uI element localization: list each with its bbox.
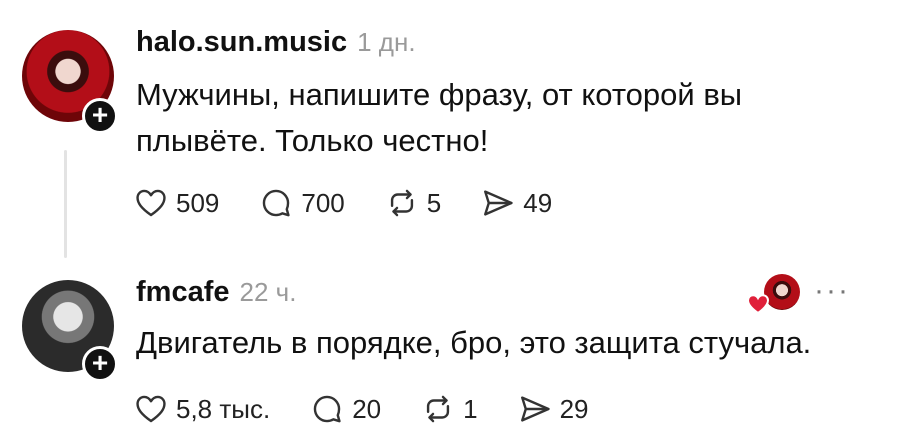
post-time: 1 дн. — [357, 27, 416, 57]
heart-icon — [136, 189, 166, 217]
share-count: 29 — [559, 393, 589, 424]
post-text: Мужчины, напишите фразу, от которой вы п… — [136, 77, 743, 158]
post-actions: 509 700 5 49 — [134, 186, 592, 220]
post-time: 22 ч. — [239, 277, 297, 307]
share-count: 49 — [523, 187, 553, 218]
post-card-2: + fmcafe 22 ч. ··· Двигатель в порядке, … — [0, 262, 900, 448]
share-icon — [484, 190, 513, 216]
repost-icon — [390, 189, 413, 217]
liked-heart-icon — [746, 294, 770, 315]
author-username[interactable]: halo.sun.music — [136, 26, 347, 59]
thread-line — [64, 150, 67, 258]
follow-plus-button[interactable]: + — [82, 98, 118, 134]
share-button[interactable]: 29 — [518, 392, 589, 426]
reply-icon — [313, 395, 341, 423]
post-header: fmcafe 22 ч. — [136, 276, 296, 309]
reply-icon — [263, 189, 291, 217]
repost-count: 5 — [426, 187, 442, 218]
share-button[interactable]: 49 — [481, 186, 552, 220]
like-count: 5,8 тыс. — [176, 393, 271, 424]
like-button[interactable]: 5,8 тыс. — [134, 392, 270, 426]
post-card-1: + halo.sun.music 1 дн. Мужчины, напишите… — [0, 0, 900, 260]
author-username[interactable]: fmcafe — [136, 276, 230, 309]
repost-button[interactable]: 5 — [385, 186, 441, 220]
reply-button[interactable]: 20 — [310, 392, 381, 426]
reply-button[interactable]: 700 — [259, 186, 345, 220]
reply-count: 20 — [352, 393, 382, 424]
liked-by-author-indicator — [746, 274, 806, 318]
reply-count: 700 — [301, 187, 345, 218]
repost-icon — [426, 395, 450, 423]
post-text: Двигатель в порядке, бро, это защита сту… — [136, 325, 812, 360]
follow-plus-button[interactable]: + — [82, 346, 118, 382]
like-button[interactable]: 509 — [134, 186, 219, 220]
post-actions: 5,8 тыс. 20 1 29 — [134, 392, 629, 426]
share-icon — [520, 396, 550, 422]
repost-button[interactable]: 1 — [421, 392, 478, 426]
like-count: 509 — [176, 187, 220, 218]
post-header: halo.sun.music 1 дн. — [136, 26, 416, 59]
more-icon[interactable]: ··· — [814, 276, 850, 306]
repost-count: 1 — [463, 393, 478, 424]
heart-icon — [136, 395, 166, 423]
